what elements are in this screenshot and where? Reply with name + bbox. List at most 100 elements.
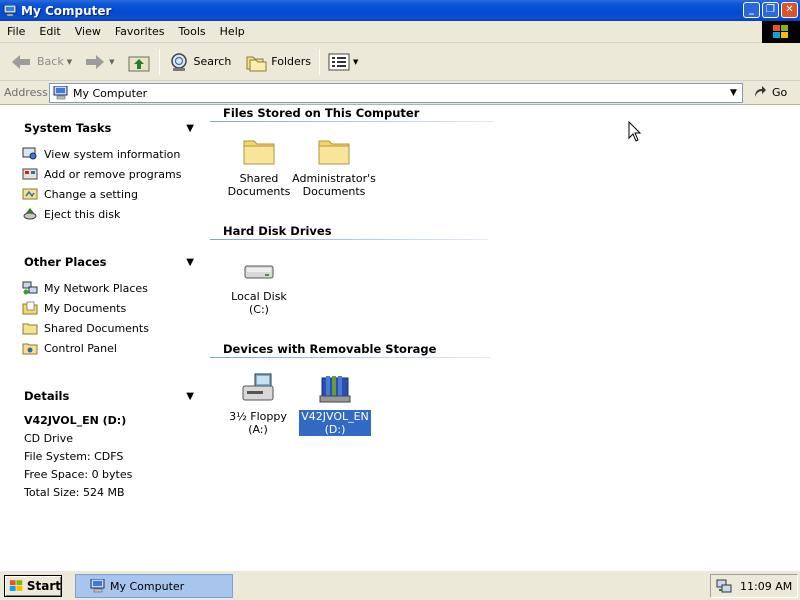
search-button[interactable]: Search (164, 47, 236, 77)
start-button[interactable]: Start (4, 575, 62, 597)
minimize-button[interactable]: _ (743, 2, 760, 18)
collapse-icon[interactable]: ▼ (186, 257, 194, 268)
item-label: Shared Documents (227, 172, 291, 198)
menu-help[interactable]: Help (213, 21, 252, 43)
details-file-system: File System: CDFS (24, 450, 124, 463)
section-files-stored-title: Files Stored on This Computer (223, 106, 420, 120)
taskbar-button-my-computer[interactable]: My Computer (75, 574, 233, 598)
system-tasks-title: System Tasks (24, 121, 112, 135)
taskbar: Start My Computer 11:09 AM (0, 570, 800, 600)
task-label: Change a setting (44, 187, 138, 201)
place-label: Control Panel (44, 341, 117, 355)
place-my-network-places[interactable]: My Network Places (22, 278, 200, 298)
other-places-title: Other Places (24, 255, 107, 269)
section-divider (210, 239, 488, 240)
details-free-space: Free Space: 0 bytes (24, 468, 133, 481)
address-value: My Computer (73, 86, 148, 100)
go-label: Go (772, 85, 788, 99)
other-places-header[interactable]: Other Places ▼ (12, 250, 200, 274)
system-info-icon (22, 147, 37, 160)
hard-disk-icon (244, 265, 274, 279)
folders-label: Folders (271, 55, 312, 68)
taskbar-button-label: My Computer (110, 579, 185, 593)
task-add-remove-programs[interactable]: Add or remove programs (22, 164, 200, 184)
title-bar[interactable]: My Computer _ ❐ ✕ (0, 0, 800, 21)
task-eject-disk[interactable]: Eject this disk (22, 204, 200, 224)
place-label: My Documents (44, 301, 127, 315)
place-label: My Network Places (44, 281, 148, 295)
search-label: Search (193, 55, 232, 68)
network-tray-icon[interactable] (716, 578, 732, 594)
clock[interactable]: 11:09 AM (740, 580, 792, 593)
item-shared-documents[interactable]: Shared Documents (226, 136, 292, 198)
go-button[interactable]: Go (752, 84, 787, 100)
back-dropdown-icon[interactable]: ▼ (67, 58, 72, 66)
menu-edit[interactable]: Edit (32, 21, 67, 43)
item-label: Administrator's Documents (292, 172, 376, 198)
my-computer-icon (90, 579, 105, 593)
address-label: Address (4, 86, 48, 99)
item-local-disk-c[interactable]: Local Disk (C:) (220, 262, 298, 316)
my-computer-icon (53, 86, 68, 100)
back-label: Back (37, 55, 64, 68)
network-places-icon (22, 281, 38, 295)
eject-disk-icon (23, 208, 37, 220)
close-button[interactable]: ✕ (781, 2, 798, 18)
menu-file[interactable]: File (0, 21, 32, 43)
views-button[interactable]: ▼ (324, 47, 362, 77)
collapse-icon[interactable]: ▼ (186, 123, 194, 134)
menu-view[interactable]: View (68, 21, 108, 43)
item-cd-drive-d[interactable]: V42JVOL_EN (D:) (299, 372, 371, 436)
task-label: Add or remove programs (44, 167, 182, 181)
system-tasks-group: System Tasks ▼ View system information A… (12, 116, 200, 228)
back-button[interactable]: Back ▼ (6, 47, 76, 77)
details-type: CD Drive (24, 432, 73, 445)
section-divider (210, 121, 494, 122)
place-control-panel[interactable]: Control Panel (22, 338, 200, 358)
control-panel-icon (22, 188, 38, 200)
system-tasks-header[interactable]: System Tasks ▼ (12, 116, 200, 140)
forward-button[interactable]: ▼ (80, 47, 118, 77)
mouse-cursor-icon (628, 121, 642, 142)
collapse-icon[interactable]: ▼ (186, 391, 194, 402)
my-documents-icon (22, 301, 38, 315)
my-computer-icon (3, 4, 17, 17)
item-administrators-documents[interactable]: Administrator's Documents (292, 136, 376, 198)
back-arrow-icon (12, 54, 30, 69)
floppy-drive-icon (242, 373, 274, 401)
details-title: Details (24, 389, 70, 403)
address-input[interactable]: My Computer ▼ (49, 83, 743, 103)
task-label: Eject this disk (44, 207, 121, 221)
forward-arrow-icon (86, 54, 105, 69)
item-floppy-a[interactable]: 3½ Floppy (A:) (226, 372, 290, 436)
item-label: V42JVOL_EN (D:) (299, 410, 371, 436)
details-name: V42JVOL_EN (D:) (24, 414, 127, 427)
task-change-setting[interactable]: Change a setting (22, 184, 200, 204)
restore-button[interactable]: ❐ (762, 2, 779, 18)
menu-tools[interactable]: Tools (172, 21, 213, 43)
place-shared-documents[interactable]: Shared Documents (22, 318, 200, 338)
toolbar-separator (319, 48, 321, 75)
control-panel-icon (22, 343, 38, 355)
views-dropdown-icon[interactable]: ▼ (353, 58, 358, 66)
add-remove-icon (22, 168, 38, 180)
forward-dropdown-icon[interactable]: ▼ (109, 58, 114, 66)
task-label: View system information (44, 147, 181, 161)
toolbar: Back ▼ ▼ Search Folders ▼ (0, 43, 800, 81)
details-header[interactable]: Details ▼ (12, 384, 200, 408)
details-group: Details ▼ V42JVOL_EN (D:) CD Drive File … (12, 384, 200, 506)
address-dropdown-button[interactable]: ▼ (725, 84, 742, 102)
task-view-system-info[interactable]: View system information (22, 144, 200, 164)
details-total-size: Total Size: 524 MB (24, 486, 125, 499)
folder-icon (22, 323, 38, 335)
folder-icon (318, 140, 350, 165)
item-label: Local Disk (C:) (231, 290, 287, 316)
folders-icon (246, 56, 267, 71)
menu-favorites[interactable]: Favorites (108, 21, 172, 43)
windows-logo-icon (762, 21, 800, 43)
place-label: Shared Documents (44, 321, 149, 335)
section-removable-title: Devices with Removable Storage (223, 342, 437, 356)
place-my-documents[interactable]: My Documents (22, 298, 200, 318)
folders-button[interactable]: Folders (241, 47, 315, 77)
up-folder-button[interactable] (123, 47, 155, 77)
